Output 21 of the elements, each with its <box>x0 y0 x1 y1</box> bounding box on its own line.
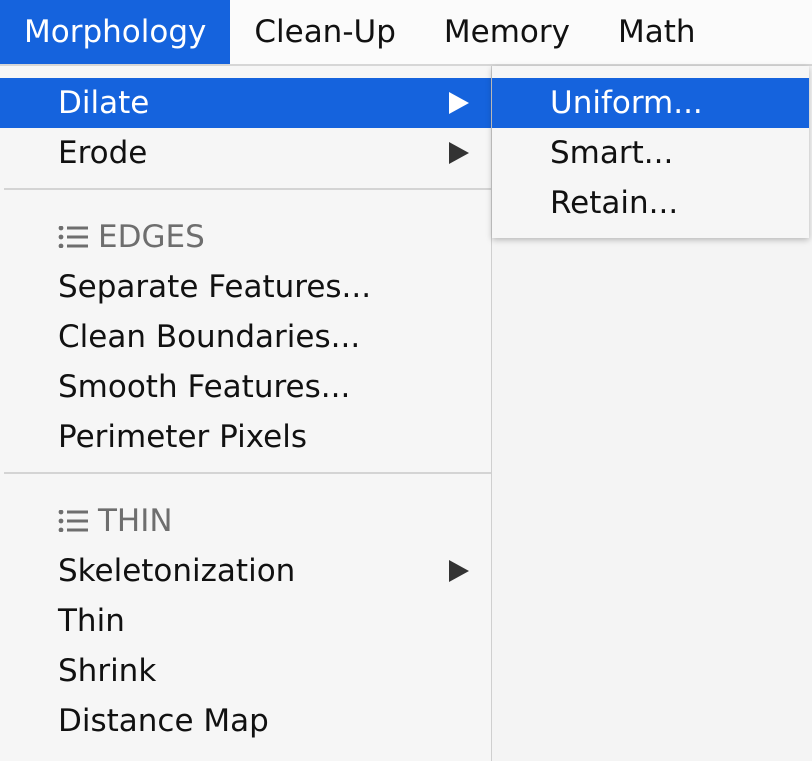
menu-item[interactable]: Separate Features... <box>0 262 491 312</box>
menubar-item[interactable]: Clean-Up <box>230 0 420 64</box>
menu-item[interactable]: Erode <box>0 128 491 178</box>
menu-item[interactable]: Shrink <box>0 646 491 696</box>
menu-item[interactable]: Dilate <box>0 78 491 128</box>
menu-item[interactable]: Thin <box>0 596 491 646</box>
section-header-text: THIN <box>98 503 173 539</box>
menubar-item[interactable]: Memory <box>420 0 594 64</box>
list-icon <box>58 226 88 248</box>
menu-item[interactable]: Smart... <box>492 128 809 178</box>
menu-item[interactable]: Retain... <box>492 178 809 228</box>
section-header-text: EDGES <box>98 219 205 255</box>
menubar-item[interactable]: Math <box>594 0 720 64</box>
menu-item[interactable]: Distance Map <box>0 696 491 746</box>
menubar-item[interactable]: Morphology <box>0 0 230 64</box>
menu-item[interactable]: Clean Boundaries... <box>0 312 491 362</box>
menu-item[interactable]: Skeletonization <box>0 546 491 596</box>
menu-item[interactable]: Smooth Features... <box>0 362 491 412</box>
menu-item[interactable]: Perimeter Pixels <box>0 412 491 462</box>
menu-item[interactable]: Uniform... <box>492 78 809 128</box>
list-icon <box>58 510 88 532</box>
